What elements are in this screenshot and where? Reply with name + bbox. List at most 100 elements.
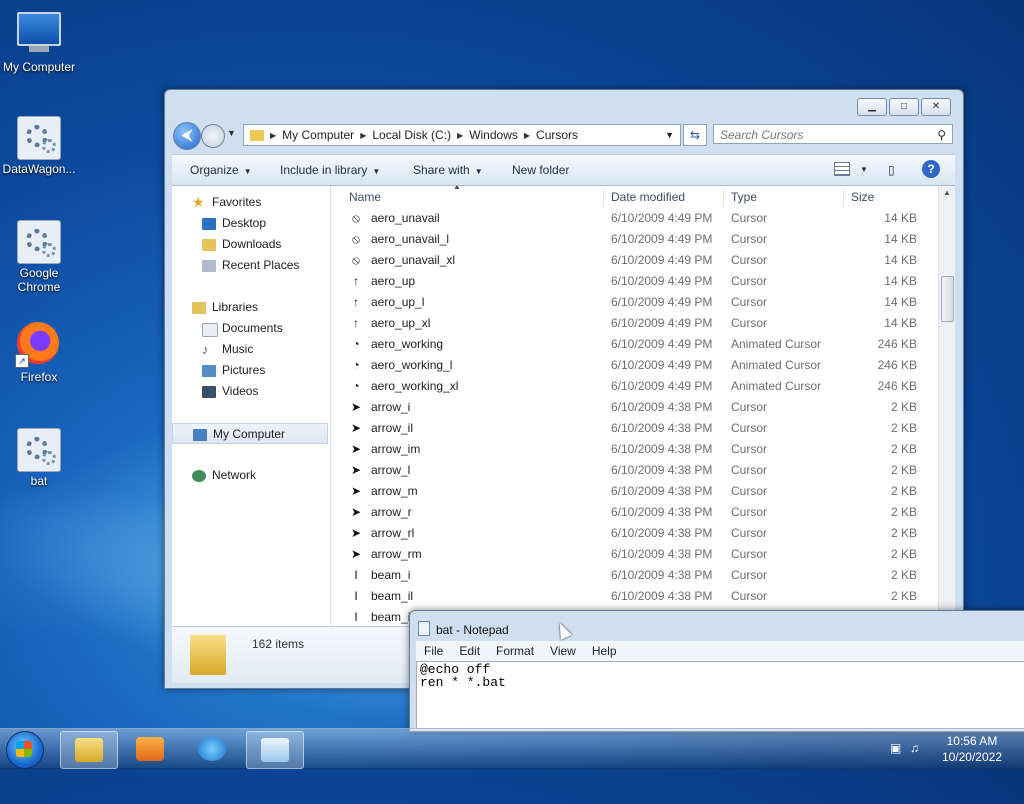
view-dropdown-icon[interactable]: ▼ (860, 155, 868, 185)
refresh-button[interactable]: ⇆ (683, 124, 707, 146)
notepad-title-bar[interactable]: bat - Notepad (418, 621, 509, 637)
nav-videos[interactable]: Videos (172, 381, 328, 402)
menu-edit[interactable]: Edit (451, 641, 488, 661)
taskbar-explorer-button[interactable] (60, 731, 118, 769)
table-row[interactable]: ↑ aero_up_xl 6/10/2009 4:49 PM Cursor 14 KB (331, 313, 939, 334)
table-row[interactable]: ⦸ aero_unavail_l 6/10/2009 4:49 PM Cursor 14… (331, 229, 939, 250)
table-row[interactable]: ➤ arrow_r 6/10/2009 4:38 PM Cursor 2 KB (331, 502, 939, 523)
vertical-scrollbar[interactable]: ▲ (938, 186, 955, 626)
desktop-icon-firefox[interactable]: ↗ Firefox (0, 320, 78, 384)
table-row[interactable]: ↑ aero_up_l 6/10/2009 4:49 PM Cursor 14 KB (331, 292, 939, 313)
breadcrumb-cursors[interactable]: Cursors (536, 128, 578, 142)
forward-button[interactable] (201, 124, 225, 148)
minimize-button[interactable]: ▁ (857, 98, 887, 116)
table-row[interactable]: ➤ arrow_m 6/10/2009 4:38 PM Cursor 2 KB (331, 481, 939, 502)
file-type: Cursor (731, 484, 768, 498)
explorer-window[interactable]: ▁ □ ✕ ⮜ ▼ ▶ My Computer ▶ Local Disk (C:… (164, 89, 964, 689)
content-pane: ★ Favorites Desktop Downloads Recent Plac… (172, 186, 955, 626)
nav-pictures[interactable]: Pictures (172, 360, 328, 381)
file-name: aero_up (371, 274, 416, 288)
chevron-down-icon: ▼ (474, 167, 483, 176)
desktop-icon-my-computer[interactable]: My Computer (0, 10, 78, 74)
maximize-button[interactable]: □ (889, 98, 919, 116)
column-divider[interactable] (723, 188, 724, 206)
help-icon[interactable]: ? (922, 160, 940, 178)
taskbar: ▣ ♫ 10:56 AM 10/20/2022 (0, 728, 1024, 769)
chevron-right-icon: ▶ (523, 130, 531, 140)
taskbar-notepad-button[interactable] (246, 731, 304, 769)
table-row[interactable]: ◔ aero_working_l 6/10/2009 4:49 PM Animated… (331, 355, 939, 376)
breadcrumb-my-computer[interactable]: My Computer (282, 128, 354, 142)
table-row[interactable]: Ibeam_i 6/10/2009 4:38 PM Cursor 2 KB (331, 565, 939, 586)
file-name: arrow_r (371, 505, 412, 519)
new-folder-button[interactable]: New folder (512, 155, 569, 185)
table-row[interactable]: ⦸ aero_unavail_xl 6/10/2009 4:49 PM Cursor 1… (331, 250, 939, 271)
change-view-icon[interactable] (834, 162, 850, 176)
menu-help[interactable]: Help (584, 641, 625, 661)
start-button[interactable] (6, 731, 44, 769)
nav-music[interactable]: ♪ Music (172, 339, 328, 360)
library-icon (192, 302, 206, 314)
system-tray: ▣ ♫ 10:56 AM 10/20/2022 (874, 729, 1024, 769)
nav-my-computer[interactable]: My Computer (172, 423, 328, 444)
preview-pane-icon[interactable]: ▯ (888, 155, 895, 185)
organize-button[interactable]: Organize ▼ (190, 155, 252, 187)
table-row[interactable]: ➤ arrow_im 6/10/2009 4:38 PM Cursor 2 KB (331, 439, 939, 460)
column-header-name[interactable]: Name (349, 186, 381, 208)
address-bar[interactable]: ▶ My Computer ▶ Local Disk (C:) ▶ Window… (243, 124, 681, 146)
scroll-up-icon[interactable]: ▲ (943, 188, 951, 197)
file-name: aero_up_xl (371, 316, 431, 330)
clock[interactable]: 10:56 AM 10/20/2022 (942, 733, 1002, 765)
nav-recent-places[interactable]: Recent Places (172, 255, 328, 276)
nav-desktop[interactable]: Desktop (172, 213, 328, 234)
taskbar-media-player-button[interactable] (122, 731, 178, 767)
table-row[interactable]: ➤ arrow_il 6/10/2009 4:38 PM Cursor 2 KB (331, 418, 939, 439)
column-header-date[interactable]: Date modified (611, 186, 685, 208)
menu-file[interactable]: File (416, 641, 451, 661)
nav-network[interactable]: Network (172, 465, 328, 486)
table-row[interactable]: ➤ arrow_i 6/10/2009 4:38 PM Cursor 2 KB (331, 397, 939, 418)
search-icon[interactable]: ⚲ (937, 125, 946, 145)
cursor-file-icon: ↑ (353, 295, 359, 309)
taskbar-internet-explorer-button[interactable] (184, 731, 240, 767)
search-input[interactable]: Search Cursors ⚲ (713, 124, 953, 144)
column-header-type[interactable]: Type (731, 186, 757, 208)
recent-pages-dropdown[interactable]: ▼ (227, 128, 236, 138)
nav-downloads[interactable]: Downloads (172, 234, 328, 255)
table-row[interactable]: Ibeam_il 6/10/2009 4:38 PM Cursor 2 KB (331, 586, 939, 607)
desktop-icon-bat[interactable]: bat (0, 428, 78, 488)
table-row[interactable]: ➤ arrow_l 6/10/2009 4:38 PM Cursor 2 KB (331, 460, 939, 481)
notepad-text-area[interactable]: @echo off ren * *.bat (416, 661, 1024, 729)
table-row[interactable]: ◔ aero_working 6/10/2009 4:49 PM Animated C… (331, 334, 939, 355)
nav-favorites[interactable]: ★ Favorites (172, 192, 328, 213)
file-type: Cursor (731, 400, 768, 414)
menu-format[interactable]: Format (488, 641, 542, 661)
navigation-pane: ★ Favorites Desktop Downloads Recent Plac… (172, 186, 331, 626)
table-row[interactable]: ↑ aero_up 6/10/2009 4:49 PM Cursor 14 KB (331, 271, 939, 292)
table-row[interactable]: ➤ arrow_rm 6/10/2009 4:38 PM Cursor 2 KB (331, 544, 939, 565)
back-button[interactable]: ⮜ (173, 122, 201, 150)
breadcrumb-local-disk[interactable]: Local Disk (C:) (372, 128, 451, 142)
nav-libraries[interactable]: Libraries (172, 297, 328, 318)
file-type: Cursor (731, 274, 768, 288)
desktop-icon-datawagon[interactable]: DataWagon... (0, 116, 78, 176)
address-dropdown-icon[interactable]: ▼ (665, 130, 674, 140)
table-row[interactable]: ◔ aero_working_xl 6/10/2009 4:49 PM Animate… (331, 376, 939, 397)
breadcrumb-windows[interactable]: Windows (469, 128, 518, 142)
nav-documents[interactable]: Documents (172, 318, 328, 339)
include-in-library-button[interactable]: Include in library ▼ (280, 155, 380, 187)
menu-view[interactable]: View (542, 641, 584, 661)
table-row[interactable]: ⦸ aero_unavail 6/10/2009 4:49 PM Cursor 14 K… (331, 208, 939, 229)
table-row[interactable]: ➤ arrow_rl 6/10/2009 4:38 PM Cursor 2 KB (331, 523, 939, 544)
share-with-button[interactable]: Share with ▼ (413, 155, 483, 187)
scrollbar-thumb[interactable] (941, 276, 954, 322)
cursor-file-icon: ◔ (352, 358, 360, 372)
volume-icon[interactable]: ♫ (910, 741, 924, 755)
close-button[interactable]: ✕ (921, 98, 951, 116)
column-header-size[interactable]: Size (851, 186, 874, 208)
column-divider[interactable] (843, 188, 844, 206)
network-status-icon[interactable]: ▣ (890, 741, 904, 755)
column-divider[interactable] (603, 188, 604, 206)
notepad-window[interactable]: bat - Notepad File Edit Format View Help… (409, 610, 1024, 732)
desktop-icon-google-chrome[interactable]: Google Chrome (0, 220, 78, 294)
